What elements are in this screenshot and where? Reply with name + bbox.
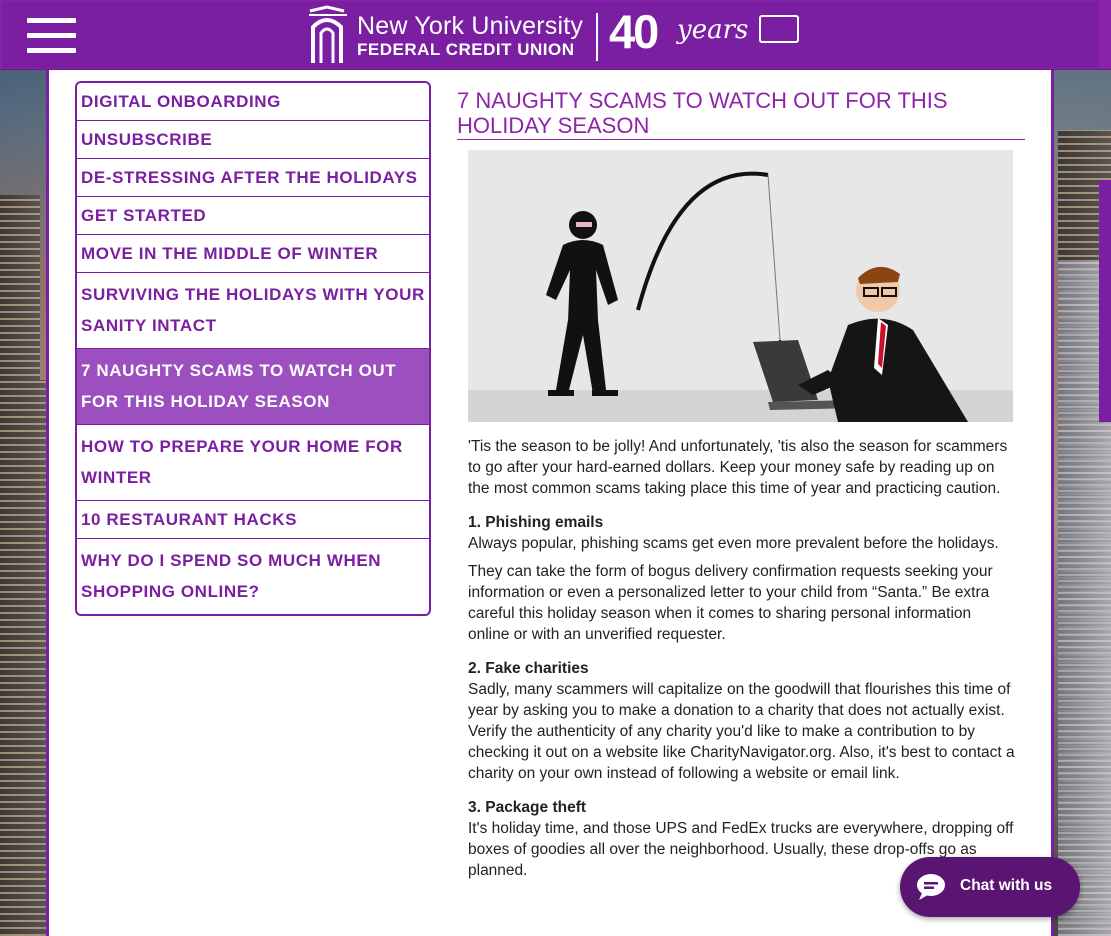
phishing-illustration xyxy=(468,150,1013,422)
sidebar-item-naughty-scams[interactable]: 7 NAUGHTY SCAMS TO WATCH OUT FOR THIS HO… xyxy=(77,349,429,425)
anniversary-number: 40 xyxy=(609,5,659,58)
nyu-fcu-logo[interactable]: New York University FEDERAL CREDIT UNION… xyxy=(307,5,807,67)
section-heading-phishing: 1. Phishing emails xyxy=(468,514,604,531)
sidebar-item-shopping-online[interactable]: WHY DO I SPEND SO MUCH WHEN SHOPPING ONL… xyxy=(77,539,429,614)
logo-divider xyxy=(596,13,598,61)
sidebar-item-surviving-holidays[interactable]: SURVIVING THE HOLIDAYS WITH YOUR SANITY … xyxy=(77,273,429,349)
scammer-fishing-image xyxy=(468,150,1013,422)
logo-subtitle: FEDERAL CREDIT UNION xyxy=(357,40,575,59)
section-heading-package-theft: 3. Package theft xyxy=(468,799,587,816)
section-text-phishing-2: They can take the form of bogus delivery… xyxy=(468,563,993,643)
building-left-2 xyxy=(0,380,46,936)
section-text-phishing-1: Always popular, phishing scams get even … xyxy=(468,535,999,552)
arch-logo-icon xyxy=(309,5,347,63)
chat-label: Chat with us xyxy=(960,877,1053,894)
logo-name: New York University xyxy=(357,12,584,40)
anniversary-word: years xyxy=(677,15,749,45)
article-intro: 'Tis the season to be jolly! And unfortu… xyxy=(468,438,1008,497)
sidebar-item-move-winter[interactable]: MOVE IN THE MIDDLE OF WINTER xyxy=(77,235,429,273)
header-bar: New York University FEDERAL CREDIT UNION… xyxy=(2,1,1099,68)
right-accent-bar xyxy=(1099,180,1111,422)
article-title: 7 NAUGHTY SCAMS TO WATCH OUT FOR THIS HO… xyxy=(457,88,1025,140)
article-sidebar-nav: DIGITAL ONBOARDING UNSUBSCRIBE DE-STRESS… xyxy=(75,81,431,616)
sidebar-item-prepare-home[interactable]: HOW TO PREPARE YOUR HOME FOR WINTER xyxy=(77,425,429,501)
section-heading-charities: 2. Fake charities xyxy=(468,660,589,677)
sidebar-item-get-started[interactable]: GET STARTED xyxy=(77,197,429,235)
chat-bubble-icon xyxy=(917,874,945,900)
sidebar-item-restaurant-hacks[interactable]: 10 RESTAURANT HACKS xyxy=(77,501,429,539)
cassette-tape-icon xyxy=(759,15,799,43)
article-body: 'Tis the season to be jolly! And unfortu… xyxy=(468,436,1016,894)
chat-with-us-button[interactable]: Chat with us xyxy=(900,857,1080,917)
site-header: New York University FEDERAL CREDIT UNION… xyxy=(0,0,1111,70)
sidebar-item-unsubscribe[interactable]: UNSUBSCRIBE xyxy=(77,121,429,159)
section-text-charities: Sadly, many scammers will capitalize on … xyxy=(468,681,1015,782)
hamburger-menu-icon[interactable] xyxy=(27,18,76,54)
sidebar-item-de-stressing[interactable]: DE-STRESSING AFTER THE HOLIDAYS xyxy=(77,159,429,197)
article: 7 NAUGHTY SCAMS TO WATCH OUT FOR THIS HO… xyxy=(457,88,1025,879)
sidebar-item-digital-onboarding[interactable]: DIGITAL ONBOARDING xyxy=(77,83,429,121)
